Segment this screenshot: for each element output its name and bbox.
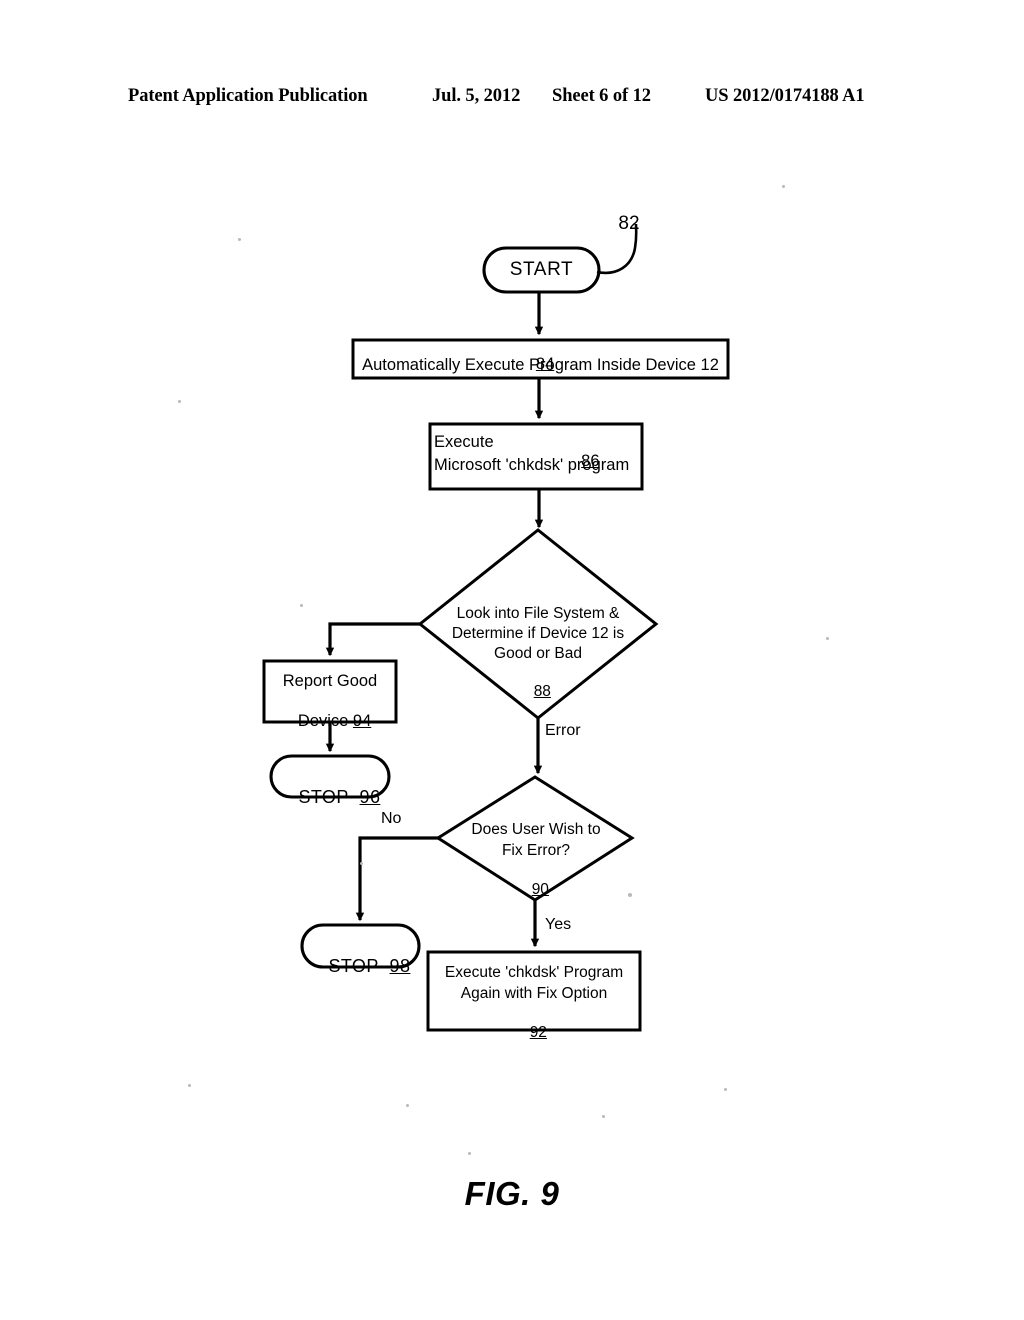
stop-98-text: STOP [328, 956, 379, 977]
scan-speck [178, 400, 181, 403]
step-84-label: Automatically Execute Program Inside Dev… [362, 356, 719, 374]
decision-90-line2: Fix Error? [501, 842, 571, 859]
scan-speck [468, 1152, 471, 1155]
edge-90-no-to-98 [355, 836, 438, 922]
ref-numeral-82: 82 [618, 213, 640, 234]
step-92-line2: Again with Fix Option [460, 985, 608, 1002]
decision-90-ref-number: 90 [531, 881, 549, 899]
scan-speck [782, 185, 785, 188]
edge-label-yes: Yes [545, 916, 572, 933]
scan-speck [360, 862, 363, 865]
scan-speck [724, 1088, 727, 1091]
step-94-line1: Report Good [282, 672, 378, 690]
step-92-ref: 92 [428, 1006, 640, 1043]
scan-speck [628, 893, 632, 897]
step-92-line1: Execute 'chkdsk' Program [444, 964, 624, 981]
scan-speck [188, 1084, 191, 1087]
decision-90-ref: 90 [442, 863, 630, 900]
edge-88-good-to-94 [325, 622, 420, 657]
stop-98-ref-number: 98 [389, 956, 411, 977]
step-94-ref-number: 94 [352, 712, 372, 731]
decision-88-ref-number: 88 [533, 683, 551, 701]
scan-speck [300, 604, 303, 607]
scan-speck [406, 1104, 409, 1107]
figure-caption: FIG. 9 [464, 1175, 560, 1212]
decision-88-line1: Look into File System & [456, 605, 620, 622]
scan-speck [826, 637, 829, 640]
scan-speck [238, 238, 241, 241]
decision-88-line3: Good or Bad [494, 645, 582, 662]
decision-88-line2: Determine if Device 12 is [451, 625, 625, 642]
edge-label-no: No [381, 810, 402, 827]
stop-96-ref-number: 96 [359, 787, 381, 808]
decision-88-ref: 88 [428, 665, 648, 702]
edge-label-error: Error [545, 722, 581, 739]
scan-speck [602, 1115, 605, 1118]
decision-90-line1: Does User Wish to [471, 821, 601, 838]
step-86-line2: Microsoft 'chkdsk' program [434, 456, 630, 474]
stop-98-label: STOP 98 [302, 935, 426, 977]
stop-96-label: STOP 96 [271, 766, 397, 808]
step-94-line2: Device 94 [264, 693, 396, 732]
step-94-line2-text: Device [297, 712, 349, 731]
step-92-ref-number: 92 [529, 1024, 547, 1042]
stop-96-text: STOP [298, 787, 349, 808]
start-node-label: START [509, 259, 574, 280]
